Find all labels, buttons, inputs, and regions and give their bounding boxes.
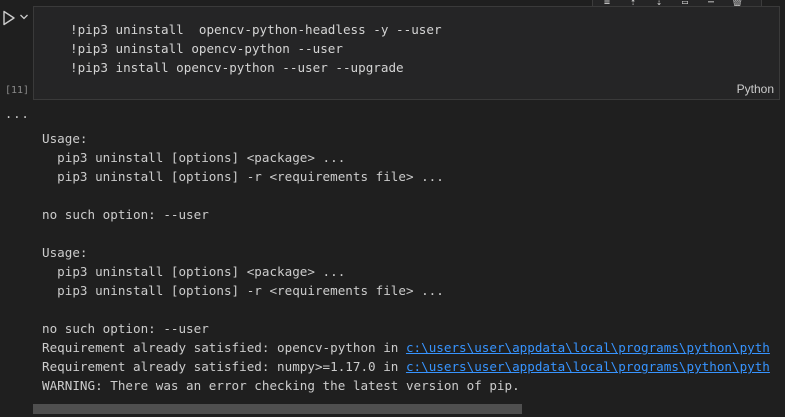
output-line: Usage: (42, 243, 782, 262)
output-text: Usage: (42, 131, 88, 146)
output-path-link[interactable]: c:\users\user\appdata\local\programs\pyt… (406, 340, 770, 355)
output-line: pip3 uninstall [options] -r <requirement… (42, 167, 782, 186)
output-text: WARNING: There was an error checking the… (42, 378, 520, 393)
code-line: !pip3 uninstall opencv-python --user (70, 41, 343, 56)
output-line: no such option: --user (42, 319, 782, 338)
output-text: no such option: --user (42, 207, 209, 222)
output-text: no such option: --user (42, 321, 209, 336)
output-text: pip3 uninstall [options] <package> ... (42, 264, 346, 279)
notebook-view: ≡ ⇡ ⇣ ▭ ⋯ 🗑 [11] !pip3 uninstall opencv-… (0, 0, 785, 417)
output-line: no such option: --user (42, 205, 782, 224)
code-line: !pip3 uninstall opencv-python-headless -… (70, 22, 442, 37)
output-line: Requirement already satisfied: numpy>=1.… (42, 357, 782, 376)
cell-output: Usage: pip3 uninstall [options] <package… (42, 129, 782, 395)
output-text: pip3 uninstall [options] -r <requirement… (42, 283, 444, 298)
output-line: Requirement already satisfied: opencv-py… (42, 338, 782, 357)
code-line: !pip3 install opencv-python --user --upg… (70, 60, 404, 75)
chevron-down-icon[interactable] (19, 12, 29, 22)
output-text: Requirement already satisfied: opencv-py… (42, 340, 406, 355)
output-line: pip3 uninstall [options] <package> ... (42, 148, 782, 167)
output-line: Usage: (42, 129, 782, 148)
output-line: pip3 uninstall [options] -r <requirement… (42, 281, 782, 300)
horizontal-scrollbar-thumb[interactable] (33, 404, 522, 414)
code-editor[interactable]: !pip3 uninstall opencv-python-headless -… (70, 20, 442, 77)
output-line: pip3 uninstall [options] <package> ... (42, 262, 782, 281)
output-text: pip3 uninstall [options] -r <requirement… (42, 169, 444, 184)
horizontal-scrollbar[interactable] (33, 404, 785, 414)
cell-language-label[interactable]: Python (737, 82, 774, 96)
code-cell[interactable]: !pip3 uninstall opencv-python-headless -… (33, 6, 780, 100)
output-text: pip3 uninstall [options] <package> ... (42, 150, 346, 165)
run-cell-icon[interactable] (2, 10, 16, 26)
output-more-icon[interactable]: ... (5, 107, 30, 121)
output-path-link[interactable]: c:\users\user\appdata\local\programs\pyt… (406, 359, 770, 374)
output-line: WARNING: There was an error checking the… (42, 376, 782, 395)
execution-count: [11] (5, 85, 30, 96)
output-text: Usage: (42, 245, 88, 260)
output-text: Requirement already satisfied: numpy>=1.… (42, 359, 406, 374)
